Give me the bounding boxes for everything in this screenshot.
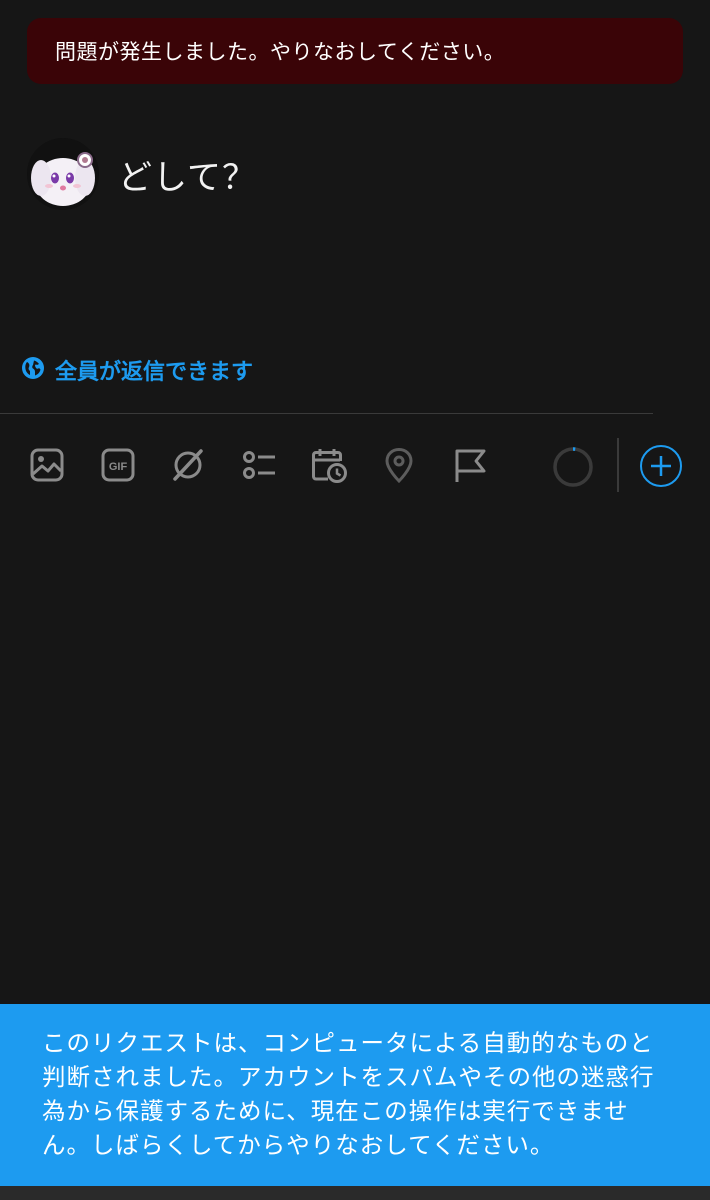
error-toast: このリクエストは、コンピュータによる自動的なものと判断されました。アカウントをス… — [0, 1004, 710, 1186]
reply-setting-button[interactable]: 全員が返信できます — [21, 354, 253, 386]
plus-icon — [640, 445, 682, 487]
avatar[interactable] — [27, 138, 99, 210]
bottom-bar — [0, 1186, 710, 1200]
image-icon[interactable] — [28, 446, 66, 484]
avatar-image — [27, 138, 99, 210]
grok-icon[interactable] — [169, 446, 207, 484]
compose-input[interactable]: どして？ — [118, 150, 257, 199]
character-counter — [551, 445, 595, 489]
flag-icon[interactable] — [451, 446, 489, 484]
gif-icon-label: GIF — [109, 461, 128, 473]
reply-setting-label: 全員が返信できます — [55, 360, 254, 385]
schedule-icon[interactable] — [310, 446, 348, 484]
location-icon[interactable] — [380, 446, 418, 484]
toolbar-separator — [617, 438, 619, 492]
gif-icon[interactable]: GIF — [99, 446, 137, 484]
compose-screen: 問題が発生しました。やりなおしてください。 どして？ 全員が返信できます GIF… — [0, 0, 710, 1200]
add-post-button[interactable] — [639, 444, 683, 488]
error-banner: 問題が発生しました。やりなおしてください。 — [27, 18, 683, 84]
compose-toolbar: GIF — [0, 432, 710, 498]
divider — [0, 413, 653, 414]
error-toast-text: このリクエストは、コンピュータによる自動的なものと判断されました。アカウントをス… — [42, 1029, 655, 1159]
error-banner-text: 問題が発生しました。やりなおしてください。 — [55, 40, 506, 64]
poll-icon[interactable] — [240, 446, 278, 484]
globe-icon — [21, 356, 45, 384]
